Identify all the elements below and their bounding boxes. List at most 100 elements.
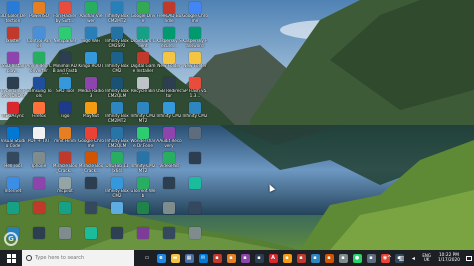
input-language-indicator[interactable]: ENG UK [422, 253, 431, 263]
desktop-icon[interactable]: FreeCAD Bundle [156, 0, 182, 25]
desktop-icon[interactable]: Ixlister [0, 25, 26, 50]
desktop-icon[interactable] [182, 200, 208, 225]
desktop-icon[interactable]: Infinity CM2 MT2 [130, 150, 156, 175]
desktop-icon[interactable]: PDF + TXT [26, 125, 52, 150]
desktop-icon[interactable]: Infinity Box CM2 [104, 175, 130, 200]
desktop-icon[interactable]: Control Panel [26, 25, 52, 50]
desktop-icon[interactable]: PowerISO [26, 0, 52, 25]
notification-center-icon[interactable] [464, 250, 474, 266]
chevron-up-icon[interactable]: ^ [385, 254, 393, 262]
taskbar-app-store[interactable]: ▦ [182, 250, 196, 266]
desktop-icon[interactable] [26, 225, 52, 250]
desktop-icon[interactable] [104, 200, 130, 225]
taskbar-app-mail[interactable]: ✉ [196, 250, 210, 266]
taskbar-clock[interactable]: 10:22 PM 1/17/2020 [438, 253, 460, 263]
desktop-icon[interactable]: Minimal ADB and Fastboot [52, 50, 78, 75]
taskbar-app-app[interactable]: ▪ [294, 250, 308, 266]
search-input[interactable] [35, 255, 130, 261]
desktop-icon[interactable] [156, 200, 182, 225]
desktop-icon[interactable] [52, 200, 78, 225]
desktop-icon[interactable] [182, 125, 208, 150]
desktop-icon[interactable]: SSD Install play... [0, 50, 26, 75]
taskbar-app-file-explorer[interactable]: ▬ [168, 250, 182, 266]
taskbar-app-app[interactable]: ▪ [210, 250, 224, 266]
desktop-icon[interactable]: 3D Color Detection [0, 0, 26, 25]
desktop-icon[interactable]: Infinity Box CM2MT2 [104, 0, 130, 25]
desktop-icon[interactable] [130, 200, 156, 225]
desktop-icon[interactable]: DVDFab 11 (x64) [104, 150, 130, 175]
desktop-icon[interactable]: Any Video Converter [26, 50, 52, 75]
desktop-icon[interactable]: uTorrent Web [130, 175, 156, 200]
desktop-icon[interactable]: PlayNut [78, 100, 104, 125]
taskbar-app-app[interactable]: ▪ [322, 250, 336, 266]
desktop-icon[interactable]: Samsung Tools [26, 75, 52, 100]
taskbar-app-whatsapp[interactable]: ● [350, 250, 364, 266]
desktop-icon[interactable]: Google Chrome [182, 0, 208, 25]
desktop-icon[interactable]: Infinity CM2MT2 [130, 100, 156, 125]
desktop-icon[interactable]: Firefox [26, 100, 52, 125]
desktop-icon[interactable] [26, 200, 52, 225]
desktop-icon[interactable]: Infinity CM2 [156, 100, 182, 125]
desktop-icon[interactable]: AAudit Recovery [156, 125, 182, 150]
taskbar-app-app[interactable]: ▪ [280, 250, 294, 266]
desktop-icon[interactable] [156, 225, 182, 250]
desktop-icon[interactable]: Fon Hacker by Soft... [52, 0, 78, 25]
desktop-icon[interactable]: MEGAsync [0, 100, 26, 125]
desktop-icon[interactable]: Google Drive [130, 0, 156, 25]
taskbar-app-app[interactable]: ▪ [336, 250, 350, 266]
desktop-icon[interactable] [104, 225, 130, 250]
desktop-icon[interactable]: Miracle Box_Crack... [52, 150, 78, 175]
taskbar-app-app[interactable]: ▪ [238, 250, 252, 266]
taskbar-app-edge[interactable]: e [154, 250, 168, 266]
desktop-icon[interactable] [52, 225, 78, 250]
taskbar-app-app[interactable]: ▪ [308, 250, 322, 266]
desktop-icon[interactable]: Tigo [52, 100, 78, 125]
desktop-icon[interactable]: mcpilot [52, 175, 78, 200]
desktop-icon[interactable] [182, 175, 208, 200]
desktop-icon[interactable]: SP Flash v5.1.3... [182, 75, 208, 100]
desktop-icon[interactable]: CyberLink PowerDVD 9 [0, 75, 26, 100]
desktop-icon[interactable]: Media Radio 3 [78, 75, 104, 100]
taskbar-app-app[interactable]: ▪ [364, 250, 378, 266]
desktop-icon[interactable]: Infinity Box CM2QLM [104, 125, 130, 150]
desktop-icon[interactable]: VideoPad [156, 150, 182, 175]
desktop-icon[interactable] [26, 175, 52, 200]
desktop-icon[interactable] [156, 175, 182, 200]
taskbar-app-app[interactable]: ▪ [252, 250, 266, 266]
desktop-icon[interactable] [182, 225, 208, 250]
desktop-icon[interactable]: Infinity CM2 [182, 100, 208, 125]
taskbar-app-acrobat[interactable]: A [266, 250, 280, 266]
desktop-icon[interactable]: Kingo ROOT [78, 50, 104, 75]
desktop-icon[interactable]: Google Chrome [78, 125, 104, 150]
desktop-icon[interactable]: Miracle Box_Crack... [78, 150, 104, 175]
desktop-icon[interactable]: Infinity Box CM2SP2 [104, 25, 130, 50]
taskbar-app-app[interactable]: ▪ [224, 250, 238, 266]
taskbar-app-task-view[interactable]: ▭ [140, 250, 154, 266]
desktop-icon[interactable]: Hell Tool [0, 150, 26, 175]
desktop-icon[interactable]: Infinity Box CM2 [104, 50, 130, 75]
desktop-icon[interactable]: New Folder [156, 50, 182, 75]
desktop-icon[interactable]: Internet [0, 175, 26, 200]
desktop-icon[interactable]: mnit Hindi [52, 125, 78, 150]
desktop-icon[interactable]: Kaspersky Secure... [156, 25, 182, 50]
desktop-icon[interactable] [182, 150, 208, 175]
desktop-icon[interactable]: Iphone [26, 150, 52, 175]
desktop-icon[interactable] [78, 225, 104, 250]
start-button[interactable] [0, 250, 22, 266]
desktop-icon[interactable]: Netsparker [52, 25, 78, 50]
desktop-icon[interactable]: DroidCam Client [130, 25, 156, 50]
desktop-icon[interactable]: Aadhar Viewer [78, 0, 104, 25]
desktop-icon[interactable]: Kaspersky Password [182, 25, 208, 50]
desktop-icon[interactable]: USB Redirector [156, 75, 182, 100]
desktop-icon[interactable] [0, 200, 26, 225]
desktop-icon[interactable]: Recycle Bin [130, 75, 156, 100]
desktop-icon[interactable]: New Folder [182, 50, 208, 75]
desktop-icon[interactable]: SPD Tool [52, 75, 78, 100]
desktop-icon[interactable]: Wondershare Dr.Fone [130, 125, 156, 150]
volume-icon[interactable]: ◂ [409, 254, 417, 262]
desktop-icon[interactable]: Visual Studio Code [0, 125, 26, 150]
network-icon[interactable]: ▥ [397, 254, 405, 262]
desktop-icon[interactable] [130, 225, 156, 250]
desktop-icon[interactable]: Infinity Box CM2QLM [104, 75, 130, 100]
desktop-icon[interactable]: Digital Game Installer [130, 50, 156, 75]
